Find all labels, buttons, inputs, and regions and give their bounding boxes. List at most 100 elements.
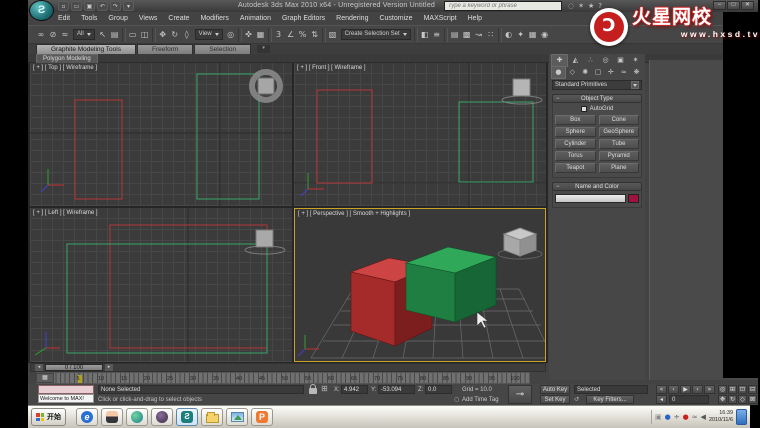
select-and-manipulate-icon[interactable]: ✜	[243, 28, 255, 42]
unlink-selection-icon[interactable]: ⊘	[47, 28, 59, 42]
systems-icon[interactable]: ❋	[630, 67, 643, 78]
graphite-ribbon-icon[interactable]: ▩	[461, 28, 473, 42]
viewport-perspective[interactable]: [ + ] [ Perspective ] [ Smooth + Highlig…	[294, 208, 546, 362]
keyboard-override-icon[interactable]: ▦	[255, 28, 267, 42]
selection-filter-dropdown[interactable]: All	[73, 29, 95, 40]
render-setup-icon[interactable]: ✦	[515, 28, 527, 42]
bind-to-space-warp-icon[interactable]: ≈	[59, 28, 71, 42]
autogrid-checkbox[interactable]	[581, 106, 587, 112]
geometry-icon[interactable]: ●	[551, 66, 566, 79]
viewport-front[interactable]: [ + ] [ Front ] [ Wireframe ]	[294, 63, 546, 206]
menu-modifiers[interactable]: Modifiers	[200, 15, 228, 22]
object-type-box[interactable]: Box	[555, 115, 596, 125]
align-icon[interactable]: ≡	[431, 28, 443, 42]
object-type-pyramid[interactable]: Pyramid	[599, 151, 640, 161]
macro-recorder-field[interactable]	[38, 385, 94, 394]
ribbon-minimize-button[interactable]: ▾	[257, 45, 270, 53]
angle-snap-icon[interactable]: ∠	[285, 28, 297, 42]
select-and-scale-icon[interactable]: ◊	[181, 28, 193, 42]
menu-tools[interactable]: Tools	[81, 15, 97, 22]
menu-rendering[interactable]: Rendering	[336, 15, 368, 22]
use-pivot-center-icon[interactable]: ◎	[225, 28, 237, 42]
viewcube-icon[interactable]	[498, 228, 542, 259]
x-coordinate-field[interactable]: 4.942	[341, 385, 368, 394]
tab-selection[interactable]: Selection	[194, 44, 251, 54]
go-to-end-button[interactable]: »	[704, 385, 715, 394]
display-tab-icon[interactable]: ▣	[613, 55, 628, 66]
object-name-field[interactable]	[555, 194, 626, 203]
project-folder-icon[interactable]: ▾	[123, 1, 134, 11]
select-and-rotate-icon[interactable]: ↻	[169, 28, 181, 42]
named-selection-sets-dropdown[interactable]: Create Selection Set	[341, 29, 411, 40]
infocenter-search-input[interactable]	[444, 1, 562, 11]
viewport-front-label[interactable]: [ + ] [ Front ] [ Wireframe ]	[297, 65, 366, 71]
object-type-tube[interactable]: Tube	[599, 139, 640, 149]
media-launcher[interactable]	[151, 408, 173, 426]
curve-editor-icon[interactable]: ↝	[473, 28, 485, 42]
menu-edit[interactable]: Edit	[58, 15, 70, 22]
object-type-sphere[interactable]: Sphere	[555, 127, 596, 137]
object-type-torus[interactable]: Torus	[555, 151, 596, 161]
object-color-swatch[interactable]	[628, 194, 639, 203]
selection-lock-icon[interactable]	[309, 388, 317, 394]
3ds-max-taskbar-button[interactable]: Ƨ	[176, 408, 198, 426]
percent-snap-icon[interactable]: %	[297, 28, 309, 42]
mini-trackbar-button[interactable]: ▦	[36, 373, 54, 383]
messenger-launcher[interactable]	[101, 408, 123, 426]
material-editor-icon[interactable]: ◐	[503, 28, 515, 42]
object-type-rollout-header[interactable]: − Object Type	[552, 94, 642, 103]
set-keys-button[interactable]: ⊸	[508, 385, 532, 404]
modify-tab-icon[interactable]: ◭	[568, 55, 583, 66]
viewport-top-label[interactable]: [ + ] [ Top ] [ Wireframe ]	[33, 65, 97, 71]
rectangular-selection-region-icon[interactable]: ▭	[127, 28, 139, 42]
reference-coordinate-dropdown[interactable]: View	[195, 29, 223, 40]
go-to-frame-button[interactable]: ◂	[656, 395, 667, 404]
network-tray-icon[interactable]: ≈	[692, 408, 698, 426]
menu-graph-editors[interactable]: Graph Editors	[282, 15, 325, 22]
taskbar-clock[interactable]: 16:39 2010/11/6	[709, 410, 733, 423]
maximize-viewport-icon[interactable]: ⊠	[748, 395, 757, 404]
utilities-tab-icon[interactable]: ✶	[628, 55, 643, 66]
menu-views[interactable]: Views	[139, 15, 158, 22]
snaps-toggle-icon[interactable]: 3	[273, 28, 285, 42]
auto-key-button[interactable]: Auto Key	[540, 385, 570, 394]
communication-center-icon[interactable]: ✶	[578, 1, 584, 11]
set-key-button[interactable]: Set Key	[540, 395, 570, 404]
schematic-view-icon[interactable]: ∷	[485, 28, 497, 42]
ime-tray-icon[interactable]: ÷	[674, 408, 680, 426]
viewport-left-label[interactable]: [ + ] [ Left ] [ Wireframe ]	[33, 210, 98, 216]
new-scene-icon[interactable]: ▫	[58, 1, 69, 11]
primitives-dropdown[interactable]: Standard Primitives	[552, 80, 642, 90]
maxscript-listener-field[interactable]: Welcome to MAX!	[38, 394, 94, 403]
select-and-link-icon[interactable]: ∞	[35, 28, 47, 42]
helpers-icon[interactable]: ✛	[604, 67, 617, 78]
object-type-cylinder[interactable]: Cylinder	[555, 139, 596, 149]
volume-tray-icon[interactable]: ◀	[701, 408, 706, 426]
pplive-launcher[interactable]: P	[251, 408, 273, 426]
menu-group[interactable]: Group	[108, 15, 127, 22]
rendered-frame-icon[interactable]: ▦	[527, 28, 539, 42]
spinner-snap-icon[interactable]: ⇅	[309, 28, 321, 42]
record-tray-icon[interactable]: ●	[683, 408, 689, 426]
viewport-left[interactable]: [ + ] [ Left ] [ Wireframe ]	[30, 208, 292, 362]
save-file-icon[interactable]: ▣	[84, 1, 95, 11]
field-of-view-icon[interactable]: ◇	[738, 395, 747, 404]
search-icon[interactable]: ◌	[568, 1, 574, 11]
next-frame-button[interactable]: ›	[692, 385, 703, 394]
track-bar[interactable]: 5101520253035404550556065707580859095100	[36, 372, 530, 384]
viewport-top[interactable]: [ + ] [ Top ] [ Wireframe ]	[30, 63, 292, 206]
tab-polygon-modeling[interactable]: Polygon Modeling	[36, 54, 98, 63]
add-time-tag[interactable]: Add Time Tag	[462, 396, 499, 404]
current-frame-field[interactable]: 0	[669, 395, 709, 404]
mirror-icon[interactable]: ◧	[419, 28, 431, 42]
object-type-cone[interactable]: Cone	[599, 115, 640, 125]
menu-maxscript[interactable]: MAXScript	[424, 15, 457, 22]
select-and-move-icon[interactable]: ✥	[157, 28, 169, 42]
layer-manager-icon[interactable]: ▤	[449, 28, 461, 42]
object-type-geosphere[interactable]: GeoSphere	[599, 127, 640, 137]
object-type-teapot[interactable]: Teapot	[555, 163, 596, 173]
zoom-extents-icon[interactable]: ⊡	[738, 385, 747, 394]
create-tab-icon[interactable]: ✚	[551, 54, 568, 67]
hierarchy-tab-icon[interactable]: ∴	[583, 55, 598, 66]
clock-icon[interactable]: ○	[454, 396, 459, 404]
